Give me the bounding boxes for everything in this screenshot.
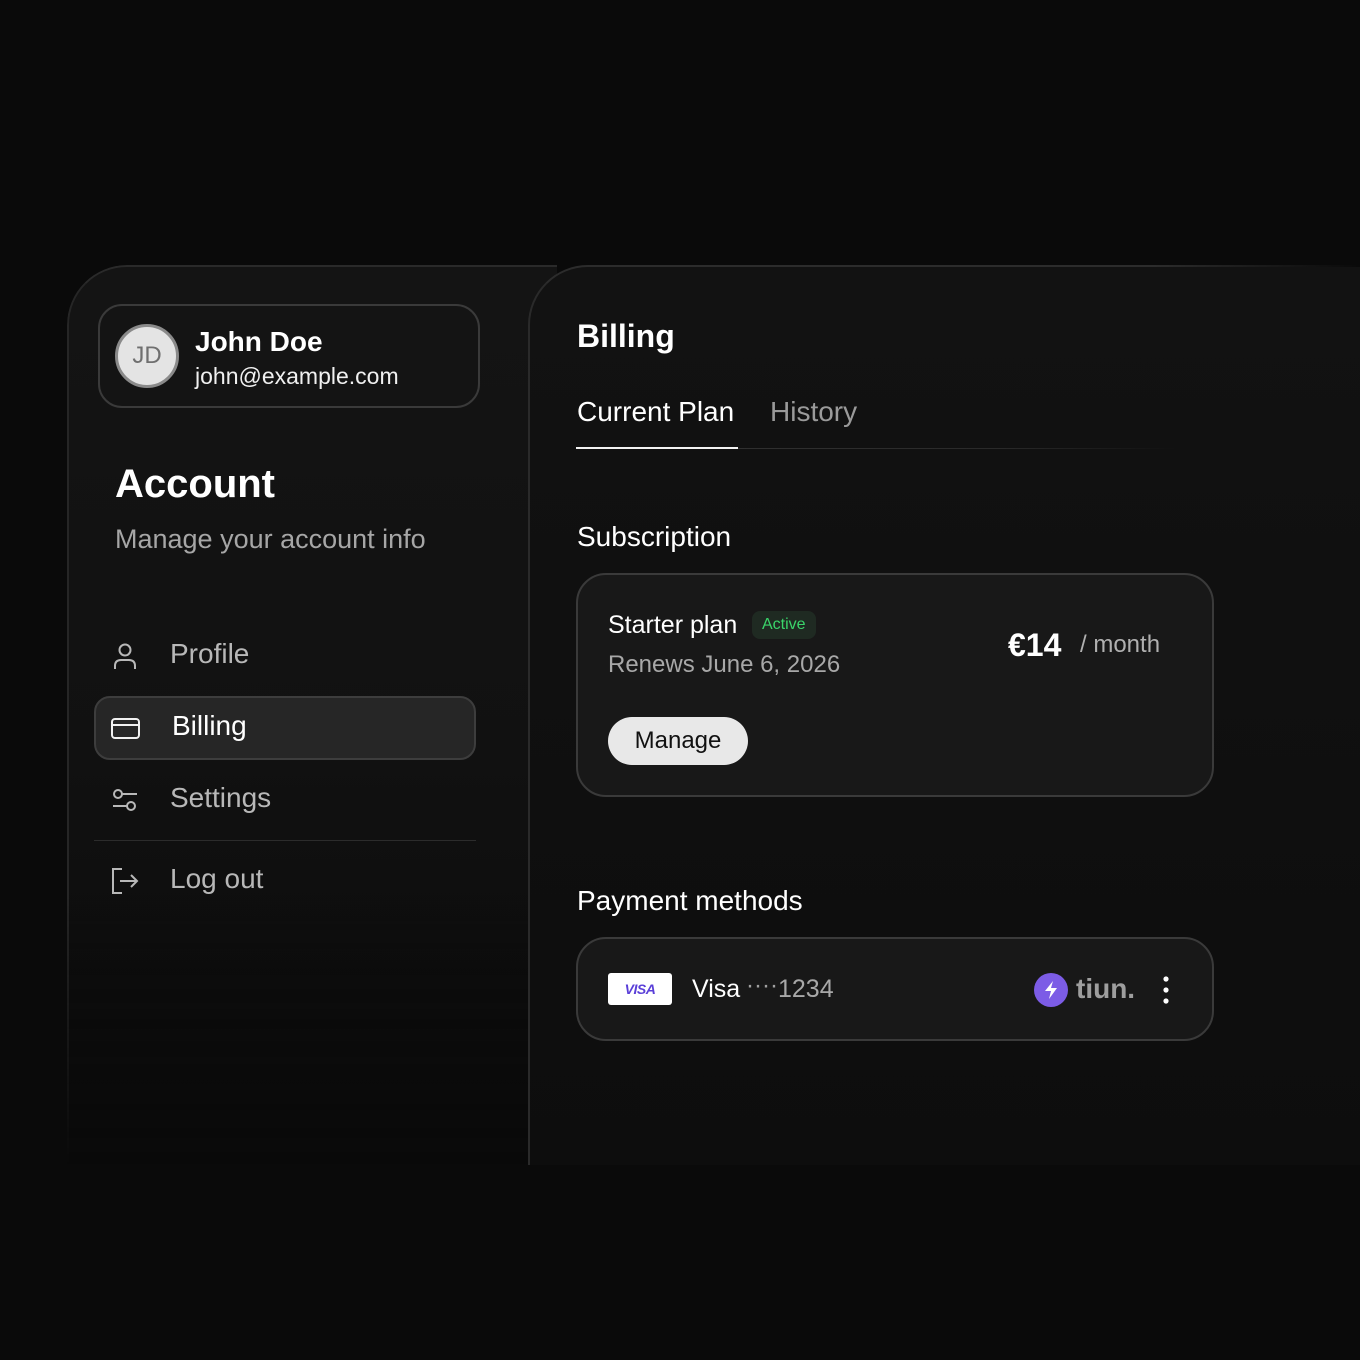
manage-button[interactable]: Manage [608, 717, 748, 765]
card-last4: 1234 [778, 975, 834, 1003]
sidebar-item-label: Log out [170, 863, 264, 894]
subscription-card: Starter plan Active Renews June 6, 2026 … [576, 573, 1214, 797]
more-vertical-icon[interactable] [1160, 975, 1172, 1005]
plan-price: €14 [1008, 627, 1062, 663]
sidebar-divider [94, 840, 476, 841]
account-title: Account [115, 462, 275, 506]
sidebar-item-label: Settings [170, 782, 272, 813]
account-subtitle: Manage your account info [115, 524, 426, 554]
provider-logo: tiun. [1076, 973, 1136, 1004]
sidebar-item-profile[interactable]: Profile [94, 624, 476, 688]
sidebar-item-label: Billing [172, 710, 247, 741]
visa-logo: VISA [608, 973, 672, 1005]
user-icon [114, 643, 136, 669]
sidebar-item-billing[interactable]: Billing [94, 696, 476, 760]
user-email: john@example.com [195, 363, 399, 389]
lightning-icon [1034, 973, 1068, 1007]
active-tab-indicator [576, 447, 738, 449]
user-name: John Doe [195, 326, 323, 357]
sidebar-item-label: Profile [170, 638, 250, 669]
credit-card-icon [111, 718, 140, 739]
card-brand: Visa [692, 975, 741, 1003]
app-stage: JD John Doe john@example.com Account Man… [0, 0, 1360, 1360]
status-badge: Active [752, 611, 816, 639]
payment-method-card[interactable]: VISA Visa ···· 1234 tiun. [576, 937, 1214, 1041]
logout-icon [112, 868, 139, 894]
sidebar-item-settings[interactable]: Settings [94, 768, 476, 832]
tab-current-plan[interactable]: Current Plan [577, 396, 734, 428]
renewal-date: Renews June 6, 2026 [608, 651, 841, 678]
payment-methods-heading: Payment methods [577, 885, 803, 916]
tab-history[interactable]: History [770, 396, 857, 428]
plan-name: Starter plan [608, 611, 738, 639]
sliders-icon [113, 789, 137, 811]
billing-period: / month [1080, 631, 1161, 658]
page-title: Billing [577, 318, 675, 354]
avatar: JD [115, 324, 179, 388]
card-mask: ···· [746, 972, 778, 999]
subscription-heading: Subscription [577, 521, 732, 552]
sidebar-item-logout[interactable]: Log out [94, 849, 476, 913]
user-card[interactable]: JD John Doe john@example.com [98, 304, 480, 408]
